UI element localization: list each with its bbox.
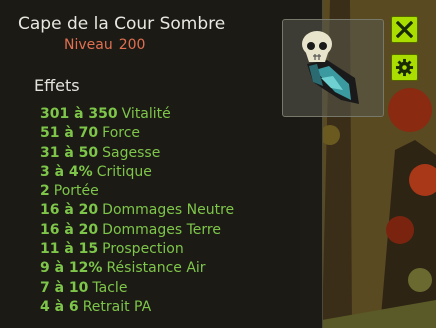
effect-row: 9 à 12% Résistance Air	[40, 259, 234, 278]
level-value: 200	[118, 37, 146, 53]
effect-row: 4 à 6 Retrait PA	[40, 298, 234, 317]
close-button[interactable]	[391, 16, 418, 43]
effect-value: 3 à 4%	[40, 163, 93, 180]
effect-stat: Dommages Neutre	[102, 202, 235, 219]
effect-stat: Sagesse	[102, 144, 161, 161]
effect-row: 51 à 70 Force	[40, 124, 234, 143]
effect-stat: Retrait PA	[82, 298, 152, 315]
effect-value: 11 à 15	[40, 241, 99, 258]
effect-value: 31 à 50	[40, 144, 99, 161]
effect-value: 7 à 10	[40, 279, 89, 296]
close-icon	[396, 21, 413, 38]
effect-value: 16 à 20	[40, 221, 99, 238]
effect-row: 16 à 20 Dommages Terre	[40, 221, 234, 240]
effect-value: 51 à 70	[40, 125, 99, 142]
effect-row: 3 à 4% Critique	[40, 163, 234, 182]
cape-icon	[302, 31, 359, 104]
effect-row: 7 à 10 Tacle	[40, 279, 234, 298]
effect-value: 9 à 12%	[40, 260, 103, 277]
effect-value: 4 à 6	[40, 298, 79, 315]
game-scene: Cape de la Cour Sombre Niveau 200 Effets…	[0, 0, 436, 328]
item-name: Cape de la Cour Sombre	[18, 14, 226, 34]
effect-stat: Force	[102, 125, 141, 142]
item-thumbnail	[282, 19, 384, 117]
effect-row: 16 à 20 Dommages Neutre	[40, 201, 234, 220]
effect-stat: Résistance Air	[106, 260, 206, 277]
effect-row: 31 à 50 Sagesse	[40, 144, 234, 163]
effect-stat: Critique	[96, 163, 152, 180]
settings-button[interactable]	[391, 54, 418, 81]
gear-icon	[395, 58, 414, 77]
effect-row: 2 Portée	[40, 182, 234, 201]
effects-list: 301 à 350 Vitalité 51 à 70 Force 31 à 50 Sa…	[40, 105, 234, 317]
effects-heading: Effets	[34, 76, 80, 95]
effect-stat: Tacle	[92, 279, 128, 296]
item-level: Niveau 200	[64, 37, 145, 53]
effect-stat: Dommages Terre	[102, 221, 221, 238]
effect-value: 301 à 350	[40, 106, 118, 122]
effect-row: 301 à 350 Vitalité	[40, 105, 234, 124]
level-label: Niveau	[64, 37, 113, 53]
effect-row: 11 à 15 Prospection	[40, 240, 234, 259]
effect-value: 2	[40, 183, 50, 200]
effect-stat: Portée	[53, 183, 99, 200]
effect-stat: Prospection	[102, 241, 184, 258]
effect-stat: Vitalité	[121, 106, 171, 122]
effect-value: 16 à 20	[40, 202, 99, 219]
